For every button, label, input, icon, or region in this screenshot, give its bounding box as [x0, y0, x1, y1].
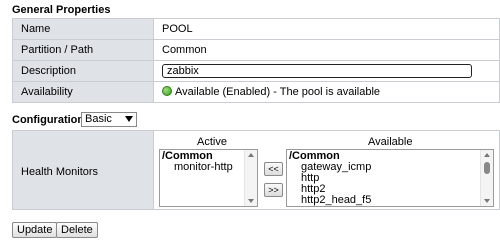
available-list-scrollbar[interactable] [480, 150, 493, 206]
available-monitors-list[interactable]: /Common gateway_icmp http http2 http2_he… [286, 149, 494, 207]
scroll-down-icon[interactable] [484, 199, 490, 203]
update-button[interactable]: Update [12, 222, 58, 238]
delete-button[interactable]: Delete [56, 222, 98, 238]
description-label: Description [12, 60, 154, 82]
description-cell [153, 60, 500, 82]
description-row: Description [12, 60, 500, 82]
add-monitor-button[interactable]: << [264, 162, 283, 176]
partition-label: Partition / Path [12, 39, 154, 61]
scroll-up-icon[interactable] [248, 153, 254, 157]
availability-label: Availability [12, 81, 154, 103]
active-monitors-list[interactable]: /Common monitor-http [159, 149, 258, 207]
active-list-scrollbar[interactable] [244, 150, 257, 206]
available-header: Available [368, 136, 413, 148]
general-properties-table: Name POOL Partition / Path Common Descri… [12, 18, 500, 103]
name-label: Name [12, 18, 154, 40]
name-value: POOL [153, 18, 500, 40]
availability-cell: Available (Enabled) - The pool is availa… [153, 81, 500, 103]
configuration-label: Configuration: [12, 114, 88, 126]
configuration-selected-value: Basic [85, 113, 112, 125]
health-monitors-label: Health Monitors [21, 166, 99, 178]
availability-row: Availability Available (Enabled) - The p… [12, 81, 500, 103]
health-monitors-section: Health Monitors Active Available /Common… [12, 130, 500, 210]
partition-value: Common [153, 39, 500, 61]
status-available-icon [162, 86, 172, 96]
configuration-select[interactable]: Basic [81, 112, 137, 127]
chevron-down-icon [125, 116, 133, 122]
active-monitor-item[interactable]: monitor-http [160, 162, 257, 173]
general-properties-title: General Properties [12, 4, 111, 16]
health-monitors-label-cell: Health Monitors [13, 131, 154, 209]
scroll-thumb[interactable] [484, 162, 490, 174]
remove-monitor-button[interactable]: >> [264, 183, 283, 197]
active-header: Active [197, 136, 227, 148]
scroll-up-icon[interactable] [484, 153, 490, 157]
name-row: Name POOL [12, 18, 500, 40]
available-monitor-item[interactable]: http2_head_f5 [287, 195, 493, 206]
scroll-down-icon[interactable] [248, 199, 254, 203]
description-input[interactable] [162, 64, 472, 78]
partition-row: Partition / Path Common [12, 39, 500, 61]
availability-value: Available (Enabled) - The pool is availa… [175, 86, 381, 98]
